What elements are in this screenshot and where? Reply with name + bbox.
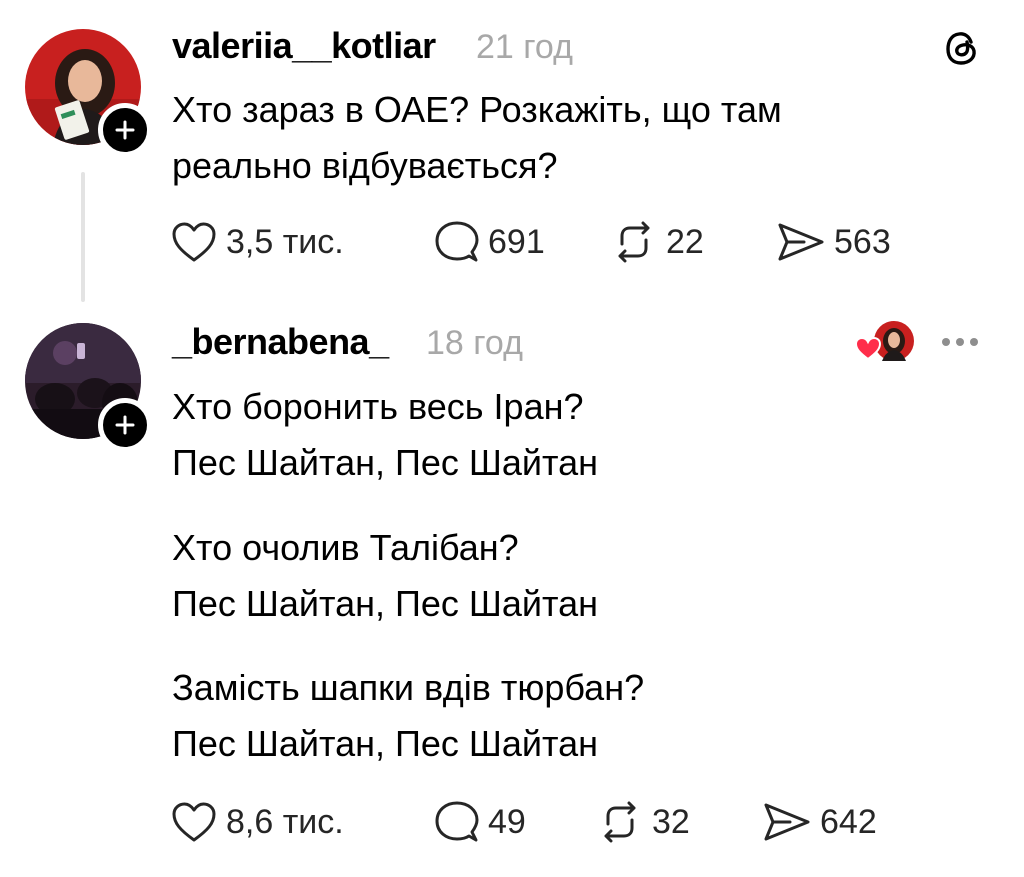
comment-bubble-icon (435, 221, 479, 262)
post-1-text-line-2: реально відбувається? (172, 145, 558, 186)
plus-icon (115, 120, 135, 140)
post-2-username[interactable]: _bernabena_ (172, 322, 389, 362)
post-2-text-line-2: Пес Шайтан, Пес Шайтан (172, 442, 599, 483)
post-1-share-count: 563 (834, 223, 891, 261)
post-2-like-button[interactable]: 8,6 тис. (170, 800, 344, 844)
post-2-text-line-6: Пес Шайтан, Пес Шайтан (172, 723, 599, 764)
post-2-comment-count: 49 (488, 803, 526, 841)
more-dots-icon[interactable] (942, 338, 978, 346)
post-2-repost-count: 32 (652, 803, 690, 841)
post-2-comment-button[interactable]: 49 (432, 800, 526, 844)
post-2-repost-button[interactable]: 32 (596, 800, 690, 844)
post-1-repost-button[interactable]: 22 (610, 220, 704, 264)
heart-icon (172, 222, 216, 262)
post-1-comment-count: 691 (488, 223, 545, 261)
post-2-share-button[interactable]: 642 (760, 800, 877, 844)
heart-icon (172, 802, 216, 842)
post-1-timestamp[interactable]: 21 год (476, 27, 573, 67)
post-2-text-line-3: Хто очолив Талібан? (172, 527, 519, 568)
post-1-text-line-1: Хто зараз в ОАЕ? Розкажіть, що там (172, 89, 782, 130)
repost-icon (618, 221, 650, 263)
follow-button-bernabena[interactable] (98, 398, 152, 452)
comment-bubble-icon (435, 801, 479, 842)
thread-connector-line (81, 172, 85, 302)
plus-icon (115, 415, 135, 435)
post-2-like-count: 8,6 тис. (226, 803, 344, 841)
follow-button-valeriia[interactable] (98, 103, 152, 157)
post-2-text-line-5: Замість шапки вдів тюрбан? (172, 667, 645, 708)
post-1-like-count: 3,5 тис. (226, 223, 344, 261)
post-1-comment-button[interactable]: 691 (432, 220, 545, 264)
share-send-icon (764, 803, 810, 841)
post-2-text-line-1: Хто боронить весь Іран? (172, 386, 584, 427)
post-2-share-count: 642 (820, 803, 877, 841)
post-1-repost-count: 22 (666, 223, 704, 261)
share-send-icon (778, 223, 824, 261)
liked-by-author-avatar-icon (854, 319, 918, 365)
post-1-share-button[interactable]: 563 (774, 220, 891, 264)
post-2-text-line-4: Пес Шайтан, Пес Шайтан (172, 583, 599, 624)
post-1-like-button[interactable]: 3,5 тис. (170, 220, 344, 264)
repost-icon (604, 801, 636, 843)
threads-logo-icon[interactable] (942, 28, 982, 68)
post-2-timestamp[interactable]: 18 год (426, 323, 523, 363)
post-1-username[interactable]: valeriia__kotliar (172, 26, 436, 66)
